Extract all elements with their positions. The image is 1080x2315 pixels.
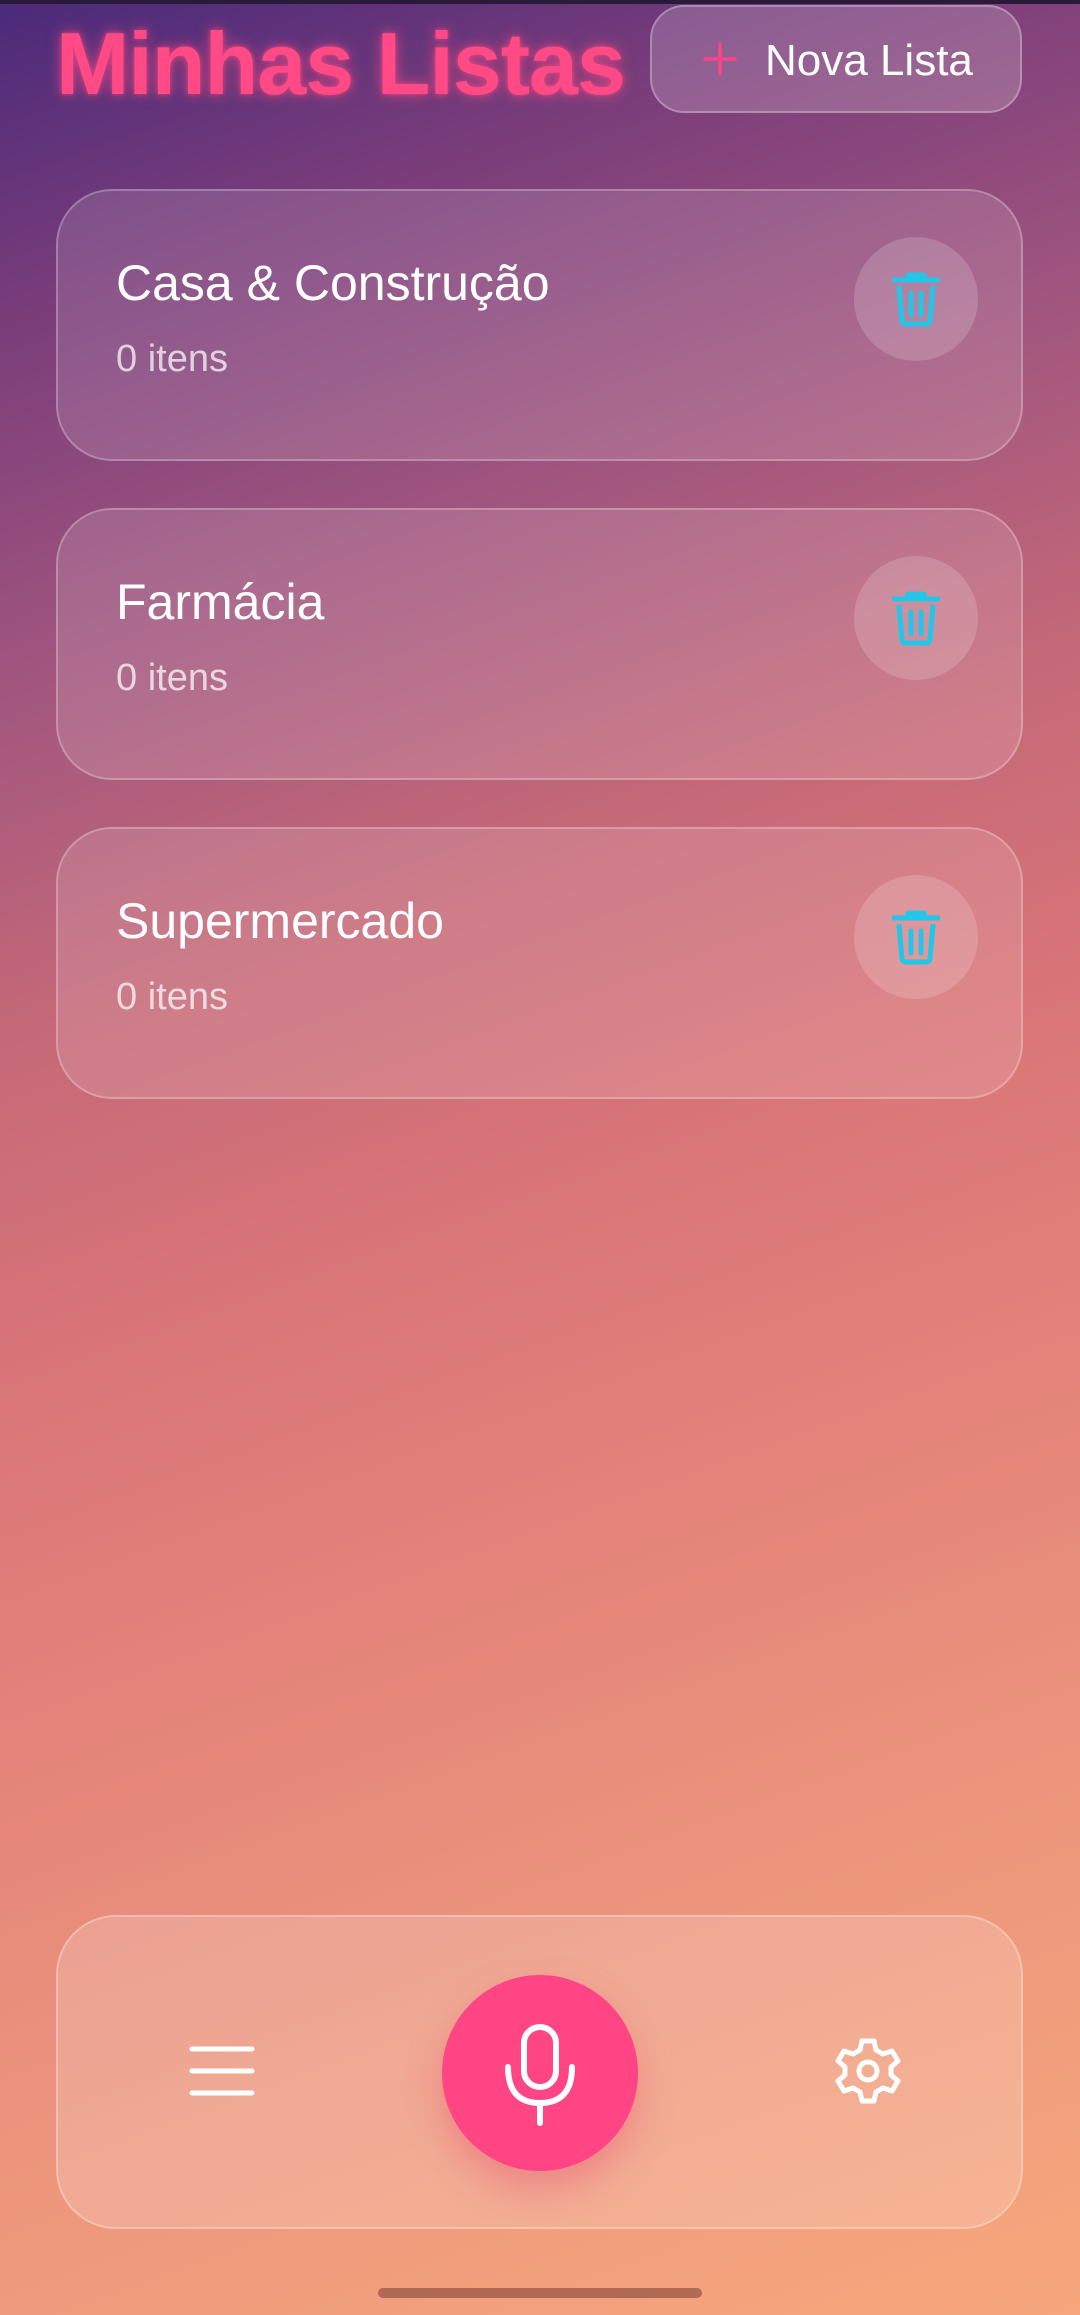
menu-button[interactable] [182,2031,262,2111]
list-title: Casa & Construção [116,255,550,311]
page-title: Minhas Listas [56,14,626,113]
home-indicator[interactable] [378,2288,702,2298]
settings-gear-icon [835,2038,901,2104]
delete-list-button[interactable] [854,875,978,999]
list-card-farmacia[interactable]: Farmácia 0 itens [56,508,1023,780]
list-item-count: 0 itens [116,657,228,699]
menu-icon [189,2046,255,2096]
plus-icon [703,42,737,76]
list-card-supermercado[interactable]: Supermercado 0 itens [56,827,1023,1099]
new-list-button[interactable]: Nova Lista [650,5,1022,113]
microphone-icon [505,2024,575,2126]
trash-icon [892,910,940,965]
delete-list-button[interactable] [854,237,978,361]
trash-icon [892,272,940,327]
list-card-casa-construcao[interactable]: Casa & Construção 0 itens [56,189,1023,461]
list-item-count: 0 itens [116,976,228,1018]
bottom-navigation-bar [56,1915,1023,2229]
delete-list-button[interactable] [854,556,978,680]
list-title: Supermercado [116,893,444,949]
status-bar-strip [0,0,1080,4]
list-title: Farmácia [116,574,325,630]
trash-icon [892,591,940,646]
voice-input-button[interactable] [442,1975,638,2171]
list-item-count: 0 itens [116,338,228,380]
settings-button[interactable] [828,2031,908,2111]
new-list-label: Nova Lista [765,36,973,85]
